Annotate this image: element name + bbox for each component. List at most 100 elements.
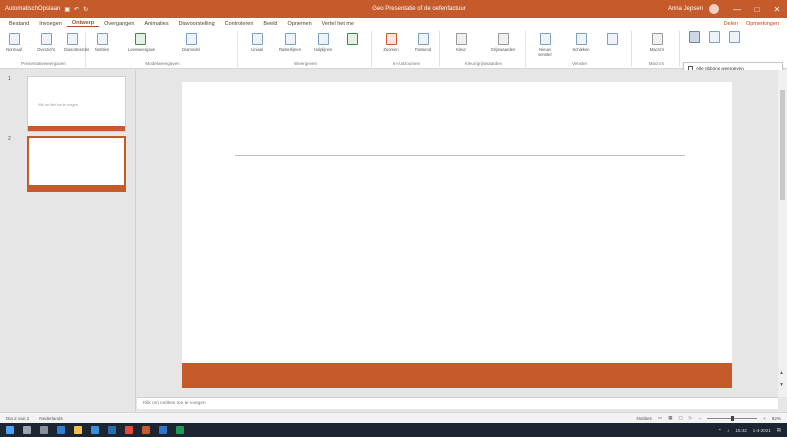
tab-ontwerp[interactable]: Ontwerp	[66, 20, 100, 27]
guides-icon	[317, 33, 329, 45]
volume-icon[interactable]: ♪	[727, 428, 729, 433]
window-title: Geo Presentatie of de oefenfactuur	[372, 6, 466, 12]
tab-invoegen[interactable]: Invoegen	[34, 21, 67, 27]
ribbon-group-window: Nieuw venster Schikken Venster	[528, 31, 632, 67]
clock-date[interactable]: 1-4-2021	[753, 428, 771, 433]
slide-thumbnail-1[interactable]: Klik om titel toe te voegen	[27, 76, 126, 132]
chrome-icon[interactable]	[125, 426, 133, 434]
tab-bestand[interactable]: Bestand	[4, 21, 34, 27]
vertical-scrollbar[interactable]: ▲ ▼	[778, 70, 787, 397]
ribbon-options-button-3[interactable]	[726, 31, 742, 45]
arrange-button[interactable]: Schikken	[568, 33, 594, 52]
ribbon-display-icon	[688, 31, 700, 43]
ribbon-group-color: Kleur Grijswaarden Kleur/grijswaarden	[442, 31, 526, 67]
slide-master-button[interactable]: Diamodel	[178, 33, 204, 52]
save-icon[interactable]: ▣	[64, 6, 70, 13]
excel-taskbar-icon[interactable]	[176, 426, 184, 434]
switch-windows-button[interactable]	[604, 33, 620, 47]
notes-button[interactable]	[344, 33, 360, 47]
normal-view-button[interactable]: Normaal	[6, 33, 22, 52]
search-icon[interactable]	[23, 426, 31, 434]
zoom-icon	[385, 33, 397, 45]
file-explorer-icon[interactable]	[74, 426, 82, 434]
tab-overgangen[interactable]: Overgangen	[99, 21, 139, 27]
normal-view-status-icon[interactable]: ▭	[658, 415, 662, 421]
arrange-icon	[575, 33, 587, 45]
user-name[interactable]: Anna Jepsen	[668, 6, 703, 12]
reading-view-icon	[134, 33, 146, 45]
ribbon-group-master-views: Notities Leesweergave Diamodel Modelweer…	[88, 31, 238, 67]
ribbon-group-zoom: Zoomen Passend In-/uitzoomen	[374, 31, 440, 67]
tab-animaties[interactable]: Animaties	[139, 21, 173, 27]
ribbon-display-options-button[interactable]	[686, 31, 702, 45]
undo-icon[interactable]: ↶	[74, 6, 79, 13]
store-icon[interactable]	[91, 426, 99, 434]
windows-taskbar: ⌁ ♪ 15:42 1-4-2021 ▤	[0, 423, 787, 437]
slideshow-status-icon[interactable]: ▷	[689, 415, 693, 421]
clock-time[interactable]: 15:42	[735, 428, 746, 433]
mail-icon[interactable]	[108, 426, 116, 434]
tab-diavoorstelling[interactable]: Diavoorstelling	[174, 21, 220, 27]
current-slide[interactable]	[182, 82, 732, 388]
gridlines-button[interactable]: Rasterlijnen	[278, 33, 302, 52]
tell-me-search[interactable]: Vertel het me	[317, 21, 359, 27]
fit-to-window-button[interactable]: Passend	[410, 33, 436, 52]
macros-button[interactable]: Macro's	[646, 33, 668, 52]
group-label: Modelweergaven	[145, 61, 180, 66]
zoom-out-icon[interactable]: −	[698, 416, 701, 421]
slide-sorter-button[interactable]: Diasorteerder	[64, 33, 89, 52]
notifications-icon[interactable]: ▤	[777, 427, 781, 433]
guides-button[interactable]: Hulplijnen	[312, 33, 334, 52]
ruler-button[interactable]: Liniaal	[246, 33, 268, 52]
maximize-button[interactable]: □	[747, 5, 767, 14]
powerpoint-taskbar-icon[interactable]	[142, 426, 150, 434]
notes-toggle[interactable]: Notities	[637, 416, 652, 421]
new-window-button[interactable]: Nieuw venster	[532, 33, 558, 57]
tab-beeld[interactable]: Beeld	[258, 21, 282, 27]
tab-opnemen[interactable]: Opnemen	[282, 21, 316, 27]
slide-thumbnails-panel: 1 Klik om titel toe te voegen 2	[0, 70, 136, 412]
zoom-slider-knob[interactable]	[731, 415, 735, 421]
zoom-slider[interactable]	[707, 415, 758, 421]
ribbon-options-button-2[interactable]	[706, 31, 722, 45]
zoom-button[interactable]: Zoomen	[378, 33, 404, 52]
ribbon-options-icon	[728, 31, 740, 43]
edge-icon[interactable]	[57, 426, 65, 434]
slide-divider-line[interactable]	[235, 155, 685, 156]
notes-pane[interactable]: Klik om notities toe te voegen	[137, 397, 778, 409]
tab-controleren[interactable]: Controleren	[220, 21, 259, 27]
slide-sorter-status-icon[interactable]: ▦	[668, 415, 672, 421]
share-button[interactable]: Delen	[724, 21, 738, 27]
scroll-up-icon[interactable]: ▲	[779, 370, 784, 376]
ribbon-group-show: Liniaal Rasterlijnen Hulplijnen Weergeve…	[240, 31, 372, 67]
reading-view-status-icon[interactable]: ▢	[679, 415, 683, 421]
comments-button[interactable]: Opmerkingen	[746, 21, 779, 27]
ribbon: Normaal Overzicht Diasorteerder Presenta…	[0, 29, 787, 69]
zoom-level[interactable]: 82%	[772, 416, 781, 421]
word-taskbar-icon[interactable]	[159, 426, 167, 434]
zoom-in-icon[interactable]: +	[763, 416, 766, 421]
task-view-icon[interactable]	[40, 426, 48, 434]
scrollbar-thumb[interactable]	[780, 90, 785, 200]
avatar[interactable]	[709, 4, 719, 14]
minimize-button[interactable]: —	[727, 5, 747, 14]
color-button[interactable]: Kleur	[448, 33, 474, 52]
language-indicator[interactable]: Nederlands	[39, 416, 63, 421]
close-button[interactable]: ✕	[767, 5, 787, 14]
slide-number: 2	[8, 136, 11, 142]
slide-thumbnail-2[interactable]	[27, 136, 126, 192]
normal-view-icon	[8, 33, 20, 45]
group-label: Weergeven	[294, 61, 317, 66]
network-icon[interactable]: ⌁	[718, 427, 721, 433]
autosave-toggle[interactable]: AutomatischOpslaan	[5, 6, 60, 12]
grayscale-button[interactable]: Grijswaarden	[486, 33, 520, 52]
group-label: Macro's	[648, 61, 665, 66]
windows-start-icon[interactable]	[6, 426, 14, 434]
slide-footer-bar[interactable]	[182, 363, 732, 388]
reading-view-button[interactable]: Leesweergave	[128, 33, 155, 52]
redo-icon[interactable]: ↻	[83, 6, 88, 13]
scroll-down-icon[interactable]: ▼	[779, 382, 784, 388]
notes-page-button[interactable]: Notities	[94, 33, 110, 52]
outline-view-button[interactable]: Overzicht	[34, 33, 58, 52]
title-bar: AutomatischOpslaan ▣ ↶ ↻ Geo Presentatie…	[0, 0, 787, 18]
